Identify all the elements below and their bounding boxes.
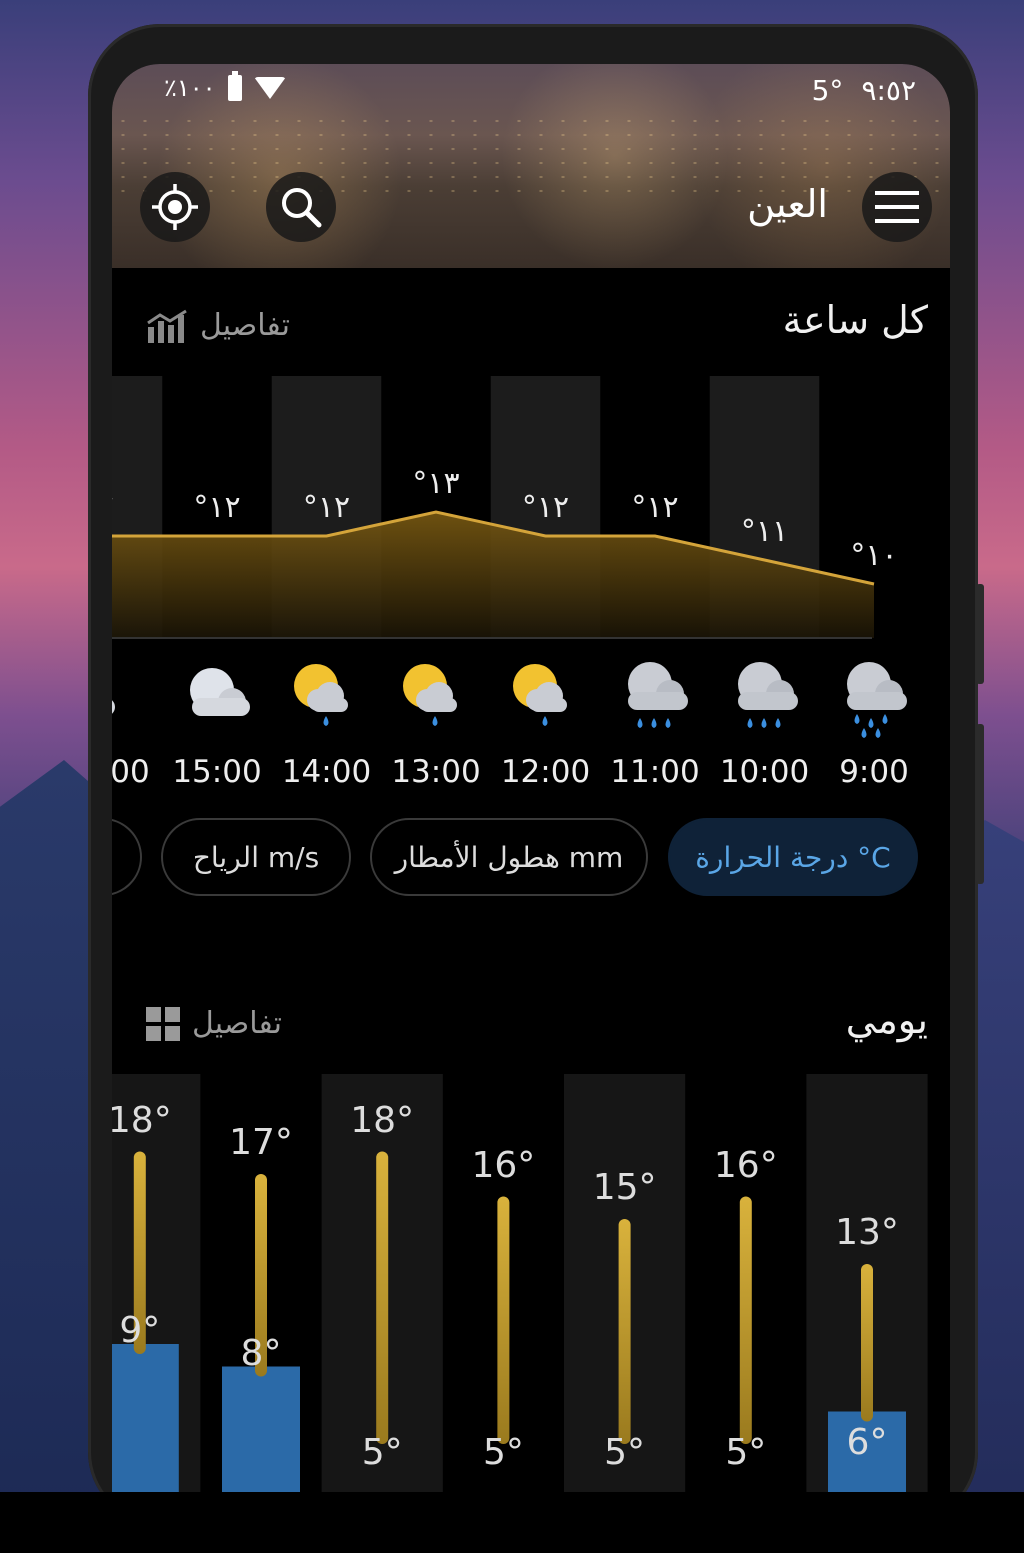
hour-temp-label-partial: °١٢ bbox=[112, 490, 130, 525]
day-low-label: 5° bbox=[482, 1432, 524, 1473]
day-high-label: 18° bbox=[350, 1099, 415, 1141]
day-low-label: 9° bbox=[119, 1310, 161, 1351]
hour-temp-label: °١٢ bbox=[193, 490, 241, 525]
day-low-label: 8° bbox=[240, 1332, 282, 1374]
battery-icon bbox=[227, 71, 242, 101]
hourly-details-label: تفاصيل bbox=[200, 308, 290, 343]
hour-time-label: 10:00 bbox=[719, 754, 810, 790]
hourly-title: كل ساعة bbox=[782, 298, 928, 342]
sun-showers-icon bbox=[512, 664, 567, 726]
city-name[interactable]: العين bbox=[747, 182, 828, 226]
daily-title: يومي bbox=[845, 998, 928, 1042]
chart-icon bbox=[147, 309, 187, 343]
hour-time-label-partial: 00 bbox=[112, 754, 150, 790]
hour-temp-label: °١٢ bbox=[631, 490, 679, 525]
search-icon bbox=[282, 188, 322, 228]
battery-percent: ٪١٠٠ bbox=[164, 74, 216, 102]
day-high-label: 13° bbox=[835, 1212, 899, 1253]
day-high-label: 16° bbox=[471, 1144, 536, 1186]
search-button[interactable] bbox=[266, 172, 336, 242]
day-low-label: 5° bbox=[725, 1432, 767, 1473]
day-high-label: 17° bbox=[229, 1122, 293, 1163]
hour-time-label: 9:00 bbox=[839, 754, 909, 790]
hour-time-label: 15:00 bbox=[172, 754, 262, 790]
app-screen: ٪١٠٠ 5° ٩:٥٢ العين كل ساعة تفاصيل °١٠ °١… bbox=[112, 64, 950, 1492]
status-temp: 5° bbox=[811, 74, 844, 107]
day-range-bar bbox=[739, 1196, 752, 1444]
hour-temp-label: °١٢ bbox=[521, 490, 570, 525]
menu-icon bbox=[875, 191, 919, 223]
chip-more[interactable] bbox=[112, 818, 142, 896]
rain-icon bbox=[628, 662, 688, 728]
menu-button[interactable] bbox=[862, 172, 932, 242]
hour-temp-label: °١١ bbox=[740, 514, 789, 549]
locate-button[interactable] bbox=[140, 172, 210, 242]
hour-time-label: 13:00 bbox=[391, 754, 481, 790]
chip-wind[interactable]: الرياح m/s bbox=[161, 818, 351, 896]
daily-details-button[interactable]: تفاصيل bbox=[146, 1006, 282, 1041]
day-high-label: 18° bbox=[112, 1099, 172, 1141]
chip-precipitation[interactable]: هطول الأمطار mm bbox=[370, 818, 648, 896]
day-range-bar bbox=[497, 1196, 510, 1444]
volume-button bbox=[976, 584, 984, 684]
hour-temp-label: °١٢ bbox=[302, 490, 351, 525]
status-time: ٩:٥٢ bbox=[861, 74, 916, 107]
cloudy-icon bbox=[112, 700, 115, 714]
day-high-label: 15° bbox=[592, 1167, 657, 1208]
status-left: ٪١٠٠ bbox=[164, 71, 286, 102]
status-bar: ٪١٠٠ 5° ٩:٥٢ bbox=[112, 64, 950, 116]
header-photo: ٪١٠٠ 5° ٩:٥٢ العين bbox=[112, 64, 950, 268]
day-low-label: 6° bbox=[846, 1422, 888, 1463]
power-button bbox=[976, 724, 984, 884]
hour-time-label: 12:00 bbox=[500, 754, 591, 790]
rain-icon bbox=[737, 662, 798, 728]
day-range-bar bbox=[618, 1219, 631, 1444]
locate-icon bbox=[152, 184, 198, 230]
cloudy-icon bbox=[190, 668, 250, 716]
sun-showers-icon bbox=[293, 664, 348, 726]
grid-icon bbox=[146, 1006, 180, 1041]
wifi-icon bbox=[253, 77, 286, 99]
precipitation-bar bbox=[112, 1344, 179, 1492]
day-low-label: 5° bbox=[604, 1432, 646, 1473]
hourly-details-button[interactable]: تفاصيل bbox=[146, 308, 290, 343]
sun-showers-icon bbox=[403, 664, 457, 726]
hour-temp-label: °١٣ bbox=[412, 466, 460, 501]
hour-temp-label: °١٠ bbox=[850, 538, 898, 573]
heavy-rain-icon bbox=[847, 662, 907, 738]
status-right: 5° ٩:٥٢ bbox=[812, 74, 916, 107]
daily-details-label: تفاصيل bbox=[192, 1006, 282, 1041]
chip-temperature[interactable]: درجة الحرارة °C bbox=[668, 818, 918, 896]
hour-time-label: 11:00 bbox=[610, 754, 700, 790]
hour-time-label: 14:00 bbox=[281, 754, 372, 790]
precipitation-bar bbox=[222, 1366, 300, 1492]
day-range-bar bbox=[376, 1151, 389, 1444]
day-range-bar bbox=[861, 1264, 873, 1422]
day-high-label: 16° bbox=[713, 1144, 778, 1186]
bottom-bar bbox=[0, 1492, 1024, 1553]
day-low-label: 5° bbox=[361, 1432, 403, 1473]
